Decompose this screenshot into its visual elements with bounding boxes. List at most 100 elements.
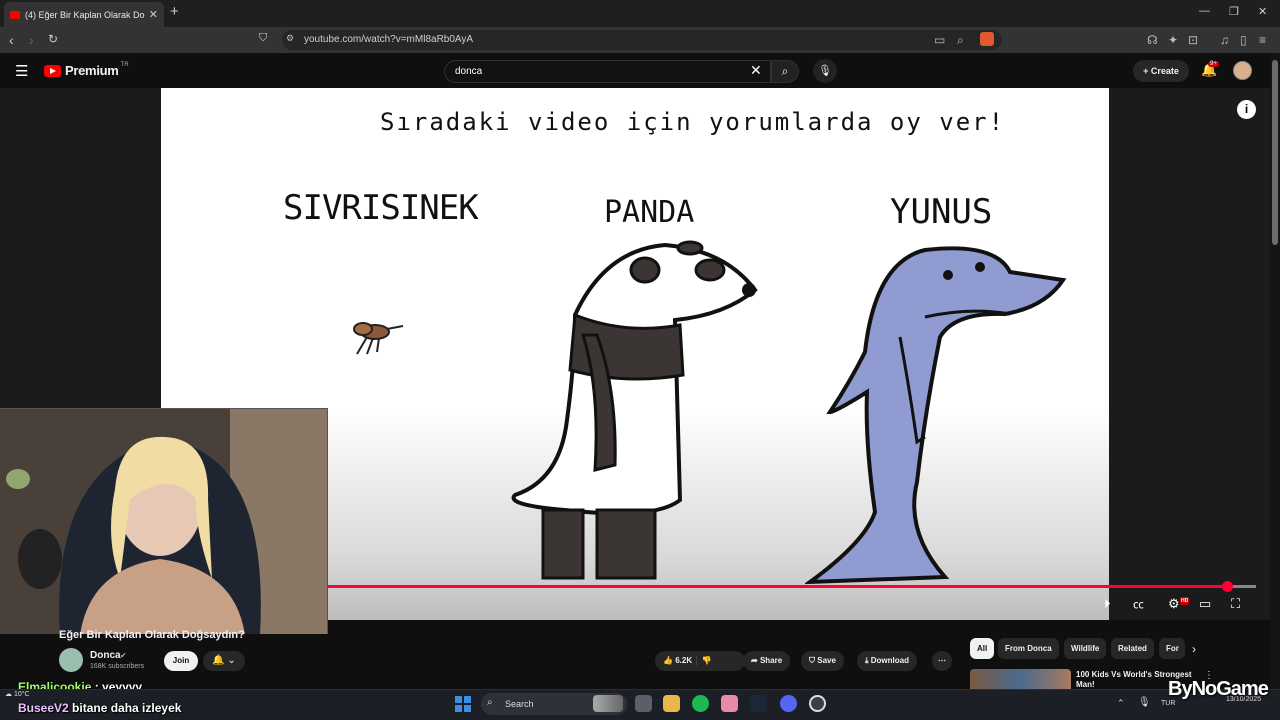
close-tab-icon[interactable]: ✕ — [149, 8, 158, 21]
share-icon: ➦ — [751, 656, 760, 665]
chip-related[interactable]: Related — [1111, 638, 1154, 659]
clear-search-icon[interactable]: ✕ — [750, 62, 762, 79]
close-window-icon[interactable]: ✕ — [1258, 5, 1267, 18]
like-count[interactable]: 6.2K — [675, 656, 692, 665]
progress-fill[interactable] — [328, 585, 1229, 588]
brave-shield-icon[interactable] — [980, 32, 994, 46]
youtube-header: ☰ Premium TR donca ✕ ⌕ 🎙 + Create 🔔 9+ — [0, 53, 1280, 88]
browser-tab-bar: (4) Eğer Bir Kaplan Olarak Doğsaydın? ✕ … — [0, 0, 1280, 27]
chip-all[interactable]: All — [970, 638, 995, 659]
microphone-icon: 🎙 — [818, 65, 832, 77]
incognito-icon[interactable]: ☊ — [1147, 33, 1158, 47]
fullscreen-icon[interactable]: ⛶ — [1231, 596, 1240, 612]
save-label: Save — [817, 656, 836, 665]
file-explorer-icon[interactable] — [663, 695, 680, 712]
chat-message: BuseeV2 bitane daha izleyek — [18, 701, 181, 715]
weather-temp: 10°C — [13, 691, 30, 698]
share-label: Share — [759, 656, 783, 665]
hd-badge: HD — [1180, 597, 1190, 605]
browser-app-icon[interactable] — [721, 695, 738, 712]
more-icon: ⋯ — [938, 656, 946, 665]
chips-next-icon[interactable]: › — [1192, 642, 1196, 656]
discord-icon[interactable] — [780, 695, 797, 712]
steam-icon[interactable] — [750, 695, 767, 712]
webcam-image — [0, 409, 327, 634]
theater-mode-icon[interactable]: ▭ — [1199, 596, 1211, 612]
search-icon: ⌕ — [781, 64, 789, 78]
share-button[interactable]: ➦ Share — [743, 651, 791, 671]
channel-name[interactable]: Donca — [90, 650, 121, 661]
youtube-logo[interactable]: Premium TR — [44, 62, 129, 78]
cast-icon[interactable]: ▭ — [934, 33, 945, 47]
screenshot-icon[interactable]: ⊡ — [1188, 33, 1198, 47]
reload-icon[interactable]: ↻ — [48, 32, 58, 46]
task-view-icon[interactable] — [635, 695, 652, 712]
chip-from-donca[interactable]: From Donca — [998, 638, 1059, 659]
dolphin-drawing — [805, 246, 1067, 585]
tray-chevron-icon[interactable]: ⌃ — [1117, 698, 1125, 709]
option-label-panda: PANDA — [604, 195, 695, 230]
site-info-icon[interactable]: ⚙ — [286, 33, 294, 44]
maximize-icon[interactable]: ❐ — [1229, 5, 1239, 18]
weather-widget[interactable]: ☁ 10°C — [5, 691, 30, 699]
download-button[interactable]: ⤓ Download — [857, 651, 917, 671]
minimize-icon[interactable]: — — [1199, 5, 1210, 17]
hamburger-menu-icon[interactable]: ☰ — [15, 62, 28, 80]
more-actions-button[interactable]: ⋯ — [932, 651, 952, 671]
windows-start-icon[interactable] — [455, 696, 471, 712]
bell-icon: 🔔 ⌄ — [212, 655, 236, 666]
streamer-watermark-logo: ByNoGame — [1168, 678, 1269, 700]
dislike-icon[interactable]: 👎 — [702, 656, 712, 665]
search-button[interactable]: ⌕ — [771, 60, 799, 83]
channel-avatar[interactable] — [59, 648, 83, 672]
subscription-bell-button[interactable]: 🔔 ⌄ — [203, 651, 245, 671]
video-info-icon[interactable]: i — [1237, 100, 1256, 119]
search-highlight-image — [593, 695, 623, 712]
spotify-icon[interactable] — [692, 695, 709, 712]
chip-for-you[interactable]: For — [1159, 638, 1185, 659]
account-avatar[interactable] — [1233, 61, 1252, 80]
settings-gear-icon[interactable]: ⚙ — [1168, 596, 1180, 612]
recommendation-thumbnail[interactable] — [970, 669, 1071, 689]
streamer-webcam — [0, 408, 328, 634]
address-bar-row: ‹ › ↻ ⛉ youtube.com/watch?v=mMl8aRb0AyA … — [0, 27, 1280, 53]
forward-icon[interactable]: › — [29, 32, 34, 48]
language-indicator[interactable]: TUR — [1161, 700, 1175, 707]
option-label-dolphin: YUNUS — [890, 192, 993, 232]
like-icon[interactable]: 👍 — [663, 656, 673, 665]
logo-text: Premium — [65, 63, 119, 78]
mosquito-drawing — [353, 322, 404, 355]
youtube-favicon-icon — [10, 10, 20, 19]
chat-text: bitane daha izleyek — [72, 701, 182, 715]
media-icon[interactable]: ♫ — [1220, 33, 1229, 47]
extensions-icon[interactable]: ✦ — [1168, 33, 1178, 47]
cloud-icon: ☁ — [5, 691, 12, 698]
video-frame-heading: Sıradaki video için yorumlarda oy ver! — [380, 108, 1006, 136]
taskbar-search-icon: ⌕ — [487, 697, 493, 708]
subscriber-count: 168K subscribers — [90, 663, 145, 670]
scrollbar-thumb[interactable] — [1272, 60, 1278, 245]
autoplay-toggle-icon[interactable]: ⏵ — [1104, 596, 1111, 612]
url-field[interactable]: youtube.com/watch?v=mMl8aRb0AyA — [282, 30, 1002, 50]
join-button[interactable]: Join — [164, 651, 198, 671]
zoom-icon[interactable]: ⌕ — [957, 33, 964, 48]
download-label: Download — [870, 656, 909, 665]
browser-tab[interactable]: (4) Eğer Bir Kaplan Olarak Doğsaydın? ✕ — [4, 2, 164, 27]
back-icon[interactable]: ‹ — [9, 32, 14, 48]
tray-mic-icon[interactable]: 🎙 — [1138, 697, 1151, 708]
save-button[interactable]: ⛉ Save — [801, 651, 844, 671]
search-input[interactable]: donca — [444, 60, 771, 83]
browser-menu-icon[interactable]: ≡ — [1259, 33, 1266, 47]
tab-title: (4) Eğer Bir Kaplan Olarak Doğsaydın? — [25, 9, 145, 20]
panda-drawing — [511, 240, 758, 580]
chip-wildlife[interactable]: Wildlife — [1064, 638, 1107, 659]
bookmark-icon[interactable]: ⛉ — [259, 32, 267, 45]
new-tab-icon[interactable]: + — [170, 3, 179, 20]
create-button[interactable]: + Create — [1133, 60, 1189, 82]
sidebar-icon[interactable]: ▯ — [1240, 33, 1247, 47]
like-dislike-group: 👍 6.2K │ 👎 — [655, 651, 745, 671]
save-icon: ⛉ — [809, 656, 818, 665]
voice-search-button[interactable]: 🎙 — [813, 59, 837, 83]
obs-icon[interactable] — [809, 695, 826, 712]
captions-icon[interactable]: ㏄ — [1133, 596, 1144, 612]
